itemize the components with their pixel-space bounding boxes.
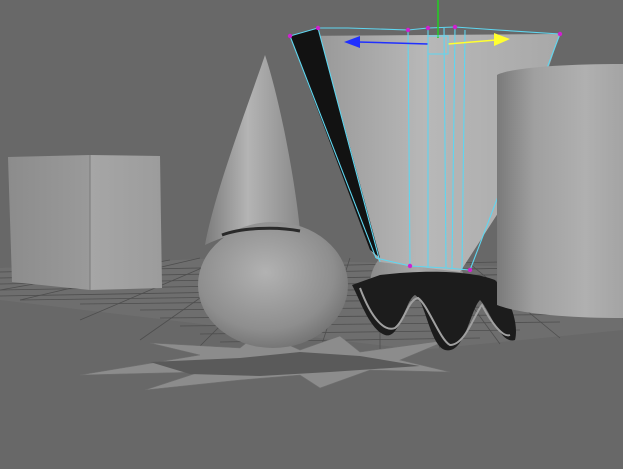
viewport-3d[interactable] bbox=[0, 0, 623, 469]
sphere[interactable] bbox=[198, 222, 348, 348]
scene-canvas[interactable] bbox=[0, 0, 623, 469]
cube[interactable] bbox=[8, 155, 162, 290]
cylinder[interactable] bbox=[497, 64, 623, 318]
cone[interactable] bbox=[205, 55, 300, 245]
